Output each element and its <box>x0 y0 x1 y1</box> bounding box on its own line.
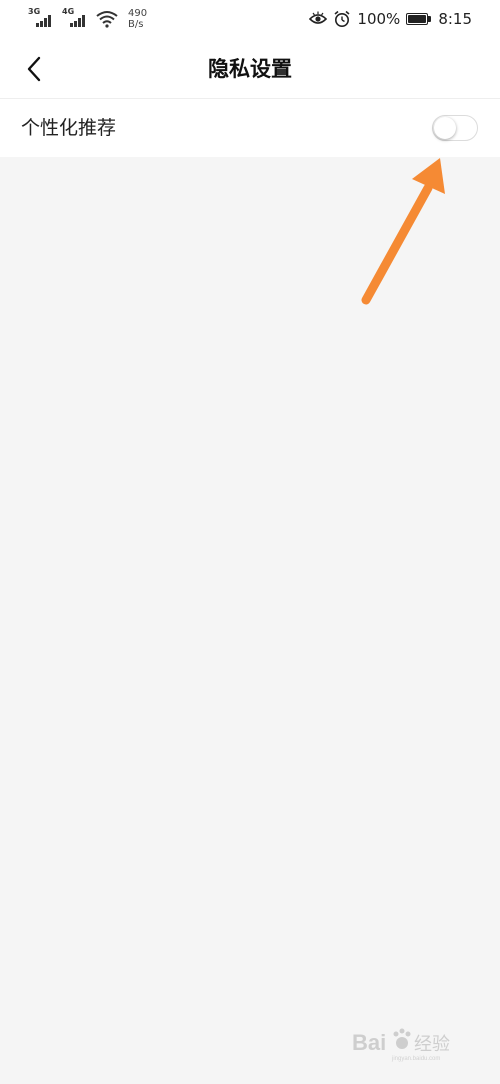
toggle-knob <box>434 117 456 139</box>
battery-percent: 100% <box>357 10 401 28</box>
svg-text:jingyan.baidu.com: jingyan.baidu.com <box>391 1056 440 1062</box>
network-speed-value: 490 <box>128 8 148 19</box>
network-speed-unit: B/s <box>128 19 144 30</box>
svg-text:Bai: Bai <box>352 1030 386 1055</box>
signal-icon <box>36 15 51 27</box>
page-title: 隐私设置 <box>208 57 292 81</box>
svg-text:经验: 经验 <box>414 1034 450 1055</box>
wifi-icon <box>96 11 118 28</box>
network-speed: 490 B/s <box>128 8 147 30</box>
header: 隐私设置 <box>0 40 500 98</box>
arrow-annotation <box>361 158 445 305</box>
clock: 8:15 <box>438 10 472 28</box>
alarm-icon <box>334 10 350 27</box>
personalized-recommendation-toggle[interactable] <box>432 115 478 141</box>
baidu-watermark-logo: Bai 经验 jingyan.baidu.com <box>352 1028 450 1062</box>
battery-icon <box>406 12 432 26</box>
signal-3g-group: 3G <box>28 8 54 28</box>
signal-icon <box>70 15 85 27</box>
status-bar: 3G 4G 490 B/s 100% 8:15 <box>0 0 500 40</box>
status-left-group: 3G 4G 490 B/s <box>28 8 147 32</box>
signal-4g-group: 4G <box>62 8 88 28</box>
status-right-group: 100% 8:15 <box>309 9 472 29</box>
eye-icon <box>309 11 328 24</box>
settings-item-label: 个性化推荐 <box>21 117 117 139</box>
